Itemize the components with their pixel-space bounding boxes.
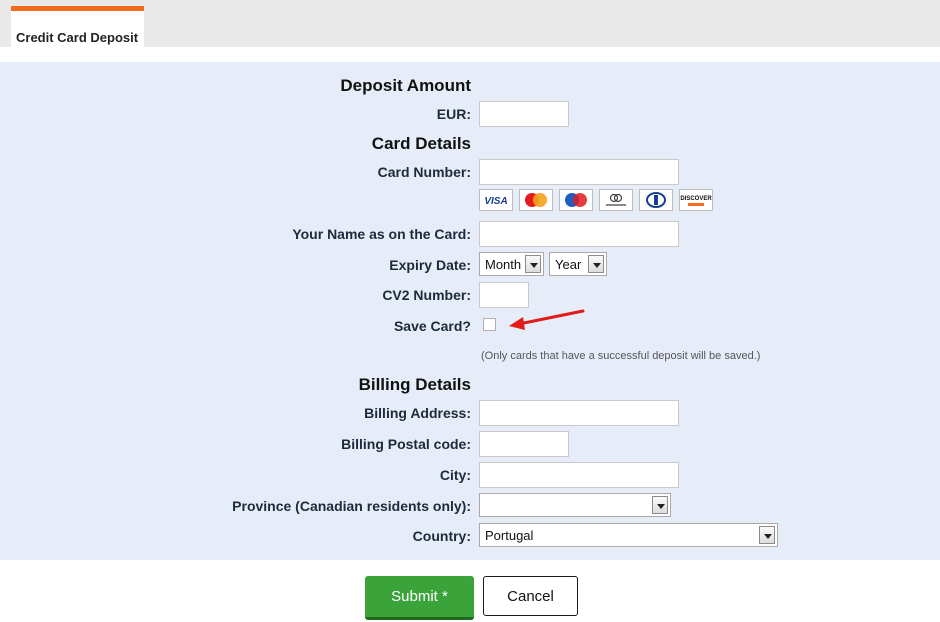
province-label: Province (Canadian residents only):: [232, 498, 471, 514]
billing-address-input[interactable]: [479, 400, 679, 426]
red-arrow-annotation-icon: [509, 309, 585, 330]
expiry-year-select[interactable]: Year: [549, 252, 607, 276]
card-number-label: Card Number:: [377, 164, 471, 180]
billing-address-label: Billing Address:: [364, 405, 471, 421]
expiry-month-select[interactable]: Month: [479, 252, 544, 276]
save-card-note: (Only cards that have a successful depos…: [481, 350, 761, 362]
billing-postal-label: Billing Postal code:: [341, 436, 471, 452]
country-label: Country:: [412, 528, 471, 544]
cardholder-name-label: Your Name as on the Card:: [292, 226, 471, 242]
card-number-input[interactable]: [479, 159, 679, 185]
save-card-label: Save Card?: [393, 318, 471, 334]
country-select[interactable]: Portugal: [479, 523, 778, 547]
tab-label: Credit Card Deposit: [16, 30, 139, 45]
deposit-amount-heading: Deposit Amount: [340, 76, 471, 95]
chevron-down-icon[interactable]: [588, 255, 604, 273]
expiry-year-value: Year: [555, 257, 582, 272]
visa-logo-icon: VISA: [479, 189, 513, 211]
svg-text:VISA: VISA: [484, 196, 507, 207]
discover-logo-icon: DISCOVER: [679, 189, 713, 211]
maestro-logo-icon: [559, 189, 593, 211]
mastercard-logo-icon: [519, 189, 553, 211]
city-input[interactable]: [479, 462, 679, 488]
expiry-month-value: Month: [485, 257, 522, 272]
eur-amount-input[interactable]: [479, 101, 569, 127]
chevron-down-icon[interactable]: [652, 496, 668, 514]
card-details-heading: Card Details: [371, 134, 471, 153]
cancel-button[interactable]: Cancel: [483, 576, 578, 616]
cv2-label: CV2 Number:: [382, 287, 471, 303]
diners-club-logo-icon: [639, 189, 673, 211]
submit-button[interactable]: Submit *: [365, 576, 474, 620]
billing-details-heading: Billing Details: [358, 375, 471, 394]
expiry-date-label: Expiry Date:: [389, 257, 471, 273]
province-select[interactable]: [479, 493, 671, 517]
country-value: Portugal: [485, 528, 534, 543]
billing-postal-input[interactable]: [479, 431, 569, 457]
svg-text:DISCOVER: DISCOVER: [680, 196, 712, 202]
tab-credit-card-deposit[interactable]: Credit Card Deposit: [11, 6, 144, 47]
cardholder-name-input[interactable]: [479, 221, 679, 247]
city-label: City:: [439, 467, 471, 483]
entropay-logo-icon: [599, 189, 633, 211]
eur-label: EUR:: [436, 106, 471, 122]
save-card-checkbox[interactable]: [483, 318, 496, 331]
cv2-input[interactable]: [479, 282, 529, 308]
chevron-down-icon[interactable]: [759, 526, 775, 544]
chevron-down-icon[interactable]: [525, 255, 541, 273]
